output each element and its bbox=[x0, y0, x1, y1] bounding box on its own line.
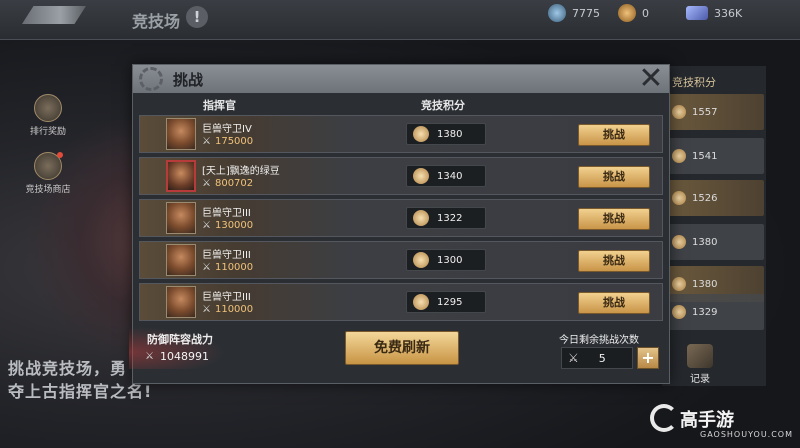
record-label: 记录 bbox=[690, 374, 710, 385]
rank-cell: 1526 bbox=[666, 180, 764, 216]
sidebar-item-arena-shop[interactable]: 竞技场商店 bbox=[24, 152, 72, 195]
info-icon[interactable]: ! bbox=[186, 6, 208, 28]
defense-power-label: 防御阵容战力 bbox=[147, 333, 213, 346]
modal-title: 挑战 bbox=[173, 71, 204, 89]
challenge-button[interactable]: 挑战 bbox=[578, 250, 650, 272]
score-coin-icon bbox=[672, 149, 686, 163]
sidebar-item-label: 排行奖励 bbox=[29, 127, 66, 137]
opponent-row: 巨兽守卫III ⚔ 110000 1300 挑战 bbox=[139, 241, 663, 279]
score-display: 1380 bbox=[406, 123, 486, 145]
commander-power: ⚔ 800702 bbox=[202, 178, 254, 189]
modal-header: 挑战 ✕ bbox=[133, 64, 669, 94]
score-coin-icon bbox=[672, 235, 686, 249]
crossed-swords-icon: ⚔ bbox=[202, 220, 211, 231]
background-slogan-line-2: 夺上古指挥官之名! bbox=[8, 382, 153, 401]
crossed-swords-icon: ⚔ bbox=[202, 136, 211, 147]
column-header-commander: 指挥官 bbox=[203, 99, 236, 112]
score-coin-icon bbox=[672, 277, 686, 291]
record-icon bbox=[687, 344, 713, 368]
crossed-swords-icon: ⚔ bbox=[568, 351, 579, 365]
commander-name: 巨兽守卫III bbox=[202, 292, 251, 303]
page-title: 竞技场 bbox=[132, 12, 181, 31]
ore-count: 336K bbox=[714, 6, 743, 20]
crossed-swords-icon: ⚔ bbox=[202, 304, 211, 315]
ranking-column: 竞技积分 1557 1541 1526 1380 1380 1329 bbox=[662, 66, 766, 386]
crossed-swords-icon: ⚔ bbox=[145, 351, 154, 362]
score-display: 1322 bbox=[406, 207, 486, 229]
remaining-challenges-display: ⚔ 5 bbox=[561, 347, 633, 369]
commander-name: 巨兽守卫III bbox=[202, 250, 251, 261]
opponent-row: 巨兽守卫IV ⚔ 175000 1380 挑战 bbox=[139, 115, 663, 153]
add-challenges-button[interactable]: + bbox=[637, 347, 659, 369]
avatar[interactable] bbox=[166, 286, 196, 318]
gear-icon bbox=[139, 67, 163, 91]
back-button[interactable] bbox=[22, 6, 86, 24]
defense-power-value: ⚔ 1048991 bbox=[145, 350, 209, 363]
logo-mark-icon bbox=[650, 404, 678, 432]
gem-icon bbox=[548, 4, 566, 22]
gem-count: 7775 bbox=[572, 6, 600, 20]
rank-cell: 1541 bbox=[666, 138, 764, 174]
score-display: 1295 bbox=[406, 291, 486, 313]
score-coin-icon bbox=[672, 105, 686, 119]
rank-cell: 1557 bbox=[666, 94, 764, 130]
ranking-reward-icon bbox=[34, 94, 62, 122]
sidebar-item-ranking-reward[interactable]: 排行奖励 bbox=[24, 94, 72, 137]
ore-icon bbox=[686, 6, 708, 20]
score-coin-icon bbox=[413, 294, 429, 310]
commander-name: 巨兽守卫IV bbox=[202, 124, 252, 135]
commander-power: ⚔ 130000 bbox=[202, 220, 254, 231]
free-refresh-button[interactable]: 免费刷新 bbox=[345, 331, 459, 365]
commander-power: ⚔ 110000 bbox=[202, 262, 254, 273]
rank-cell: 1380 bbox=[666, 224, 764, 260]
challenge-button[interactable]: 挑战 bbox=[578, 208, 650, 230]
notification-dot bbox=[57, 152, 63, 158]
score-coin-icon bbox=[413, 210, 429, 226]
avatar[interactable] bbox=[166, 160, 196, 192]
crossed-swords-icon: ⚔ bbox=[202, 262, 211, 273]
score-display: 1340 bbox=[406, 165, 486, 187]
score-display: 1300 bbox=[406, 249, 486, 271]
commander-power: ⚔ 175000 bbox=[202, 136, 254, 147]
ore-resource: 336K bbox=[686, 4, 742, 22]
coin-icon bbox=[618, 4, 636, 22]
score-coin-icon bbox=[672, 191, 686, 205]
top-bar: 竞技场 ! 7775 0 336K bbox=[0, 0, 800, 40]
rank-cell: 1329 bbox=[666, 294, 764, 330]
ranking-column-header: 竞技积分 bbox=[672, 76, 716, 89]
avatar[interactable] bbox=[166, 244, 196, 276]
opponent-row: 巨兽守卫III ⚔ 130000 1322 挑战 bbox=[139, 199, 663, 237]
challenge-modal: 挑战 ✕ 指挥官 竞技积分 巨兽守卫IV ⚔ 175000 1380 挑战 [天上… bbox=[129, 64, 670, 384]
crossed-swords-icon: ⚔ bbox=[202, 178, 211, 189]
gem-resource: 7775 bbox=[548, 4, 600, 22]
challenge-button[interactable]: 挑战 bbox=[578, 124, 650, 146]
score-coin-icon bbox=[672, 305, 686, 319]
commander-name: 巨兽守卫III bbox=[202, 208, 251, 219]
avatar[interactable] bbox=[166, 202, 196, 234]
site-logo: 高手游 bbox=[680, 410, 734, 431]
opponent-row: [天上]飘逸的绿豆 ⚔ 800702 1340 挑战 bbox=[139, 157, 663, 195]
column-header-score: 竞技积分 bbox=[421, 99, 465, 112]
challenge-button[interactable]: 挑战 bbox=[578, 292, 650, 314]
score-coin-icon bbox=[413, 126, 429, 142]
score-coin-icon bbox=[413, 252, 429, 268]
remaining-challenges-label: 今日剩余挑战次数 bbox=[559, 335, 639, 346]
sidebar-item-label: 竞技场商店 bbox=[25, 185, 71, 195]
commander-name: [天上]飘逸的绿豆 bbox=[202, 166, 280, 177]
close-button[interactable]: ✕ bbox=[637, 64, 665, 94]
avatar[interactable] bbox=[166, 118, 196, 150]
background-slogan-line-1: 挑战竞技场，勇 bbox=[8, 359, 128, 378]
score-coin-icon bbox=[413, 168, 429, 184]
opponent-row: 巨兽守卫III ⚔ 110000 1295 挑战 bbox=[139, 283, 663, 321]
challenge-button[interactable]: 挑战 bbox=[578, 166, 650, 188]
site-logo-subtext: GAOSHOUYOU.COM bbox=[700, 430, 794, 439]
record-button[interactable]: 记录 bbox=[682, 344, 718, 385]
coin-count: 0 bbox=[642, 6, 649, 20]
coin-resource: 0 bbox=[618, 4, 649, 22]
commander-power: ⚔ 110000 bbox=[202, 304, 254, 315]
